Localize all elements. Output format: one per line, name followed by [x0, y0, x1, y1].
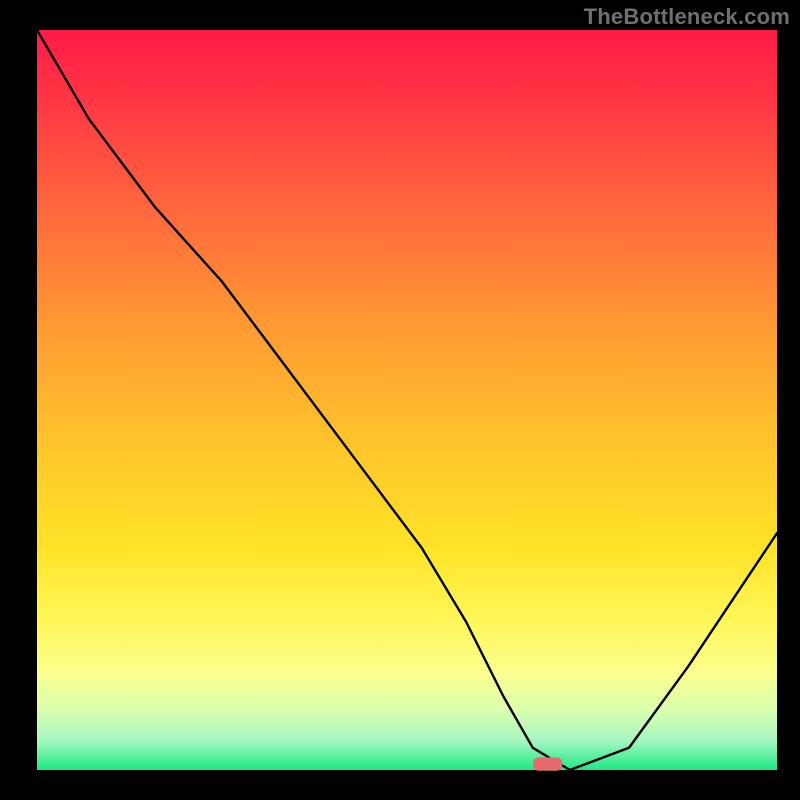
watermark-text: TheBottleneck.com: [584, 4, 790, 30]
plot-background: [37, 30, 777, 770]
bottleneck-chart: [0, 0, 800, 800]
optimal-marker: [533, 757, 563, 770]
chart-frame: TheBottleneck.com: [0, 0, 800, 800]
